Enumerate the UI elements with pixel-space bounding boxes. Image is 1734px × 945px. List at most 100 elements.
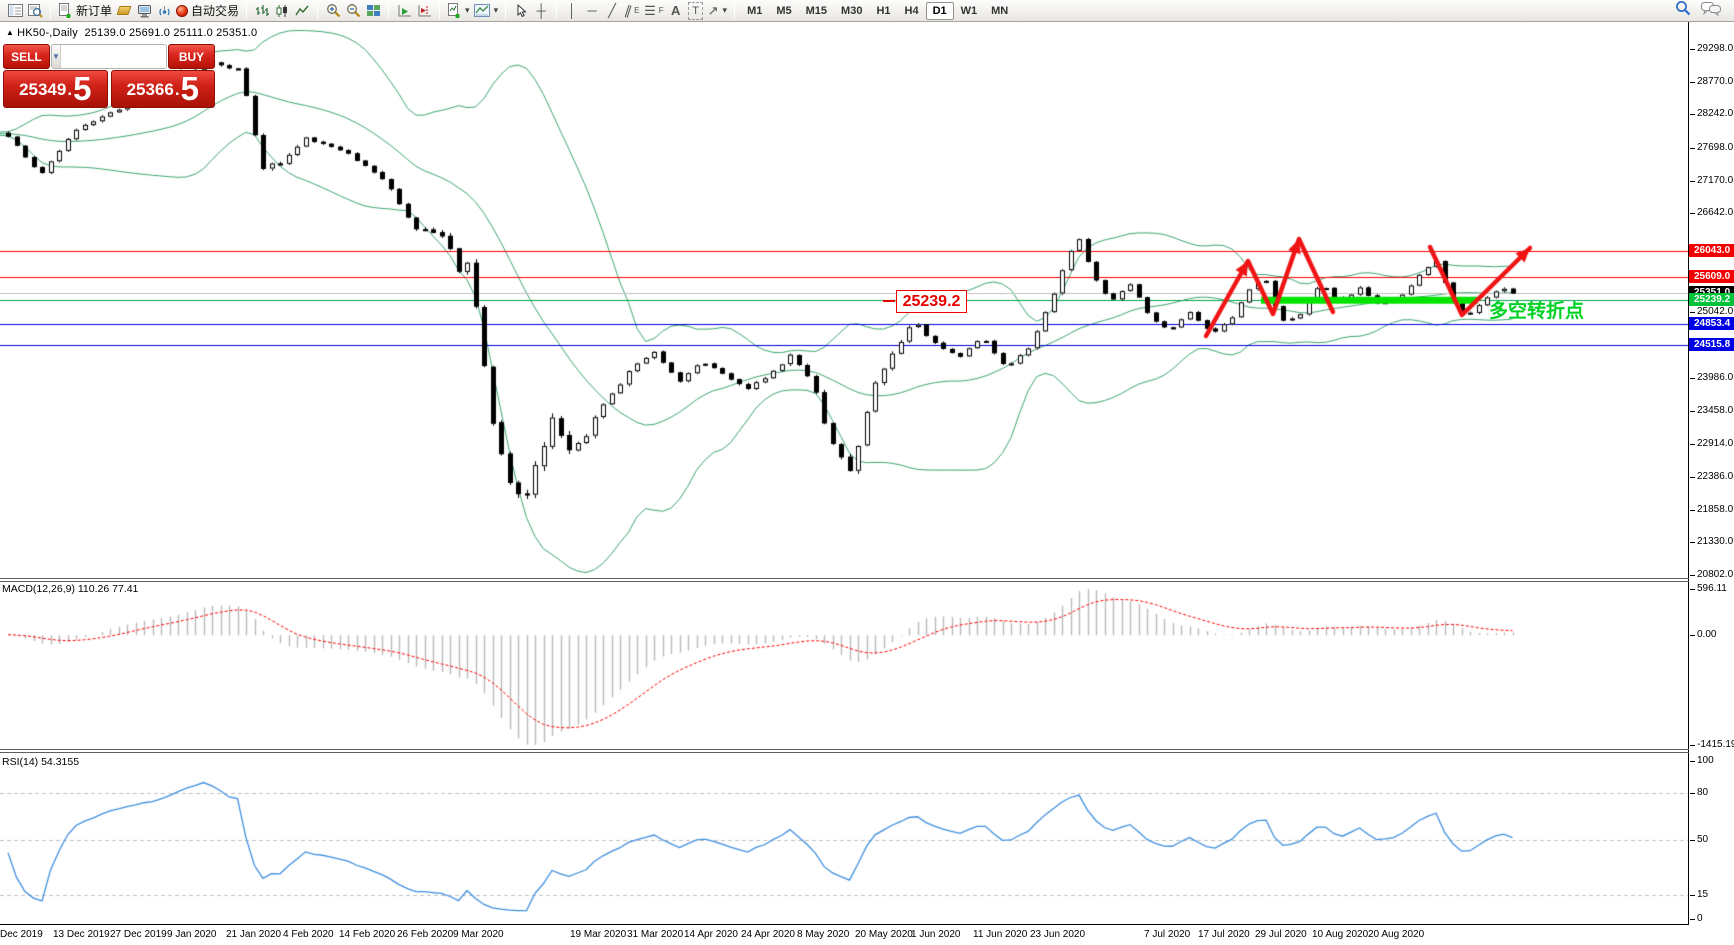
date-axis-label: 13 Dec 2019 xyxy=(53,929,110,940)
zoom-in-icon[interactable] xyxy=(323,1,343,21)
profiles-button[interactable]: ▾ xyxy=(472,1,501,21)
symbol-period: HK50-,Daily xyxy=(17,27,79,39)
rsi-axis-label: 80 xyxy=(1689,786,1709,798)
macd-indicator-label: MACD(12,26,9) 110.26 77.41 xyxy=(2,583,139,595)
tile-windows-icon[interactable] xyxy=(363,1,383,21)
timeframe-h4[interactable]: H4 xyxy=(898,2,926,20)
date-axis-label: Dec 2019 xyxy=(0,929,43,940)
autotrading-label: 自动交易 xyxy=(191,4,240,18)
date-axis-label: 27 Dec 2019 xyxy=(110,929,167,940)
equidistant-channel-tool[interactable]: ∥ E xyxy=(622,1,642,21)
price-axis-label: 28242.0 xyxy=(1689,108,1734,120)
timeframe-m30[interactable]: M30 xyxy=(834,2,869,20)
new-order-label: 新订单 xyxy=(76,4,113,18)
timeframe-m15[interactable]: M15 xyxy=(799,2,834,20)
timeframe-m1[interactable]: M1 xyxy=(740,2,769,20)
chart-title: ▲ HK50-,Daily 25139.0 25691.0 25111.0 253… xyxy=(6,27,257,39)
vertical-line-tool[interactable]: │ xyxy=(562,1,582,21)
price-axis-label: 20802.0 xyxy=(1689,568,1734,580)
buy-button[interactable]: BUY xyxy=(168,44,215,69)
price-axis[interactable]: 29298.0 28770.0 28242.0 27698.0 27170.0 26642… xyxy=(1689,22,1734,925)
price-marker-label: 25609.0 xyxy=(1689,270,1734,284)
timeframe-d1[interactable]: D1 xyxy=(925,1,954,20)
date-axis[interactable]: Dec 2019 13 Dec 2019 27 Dec 2019 9 Jan 2020… xyxy=(0,925,1688,945)
price-axis-label: 23986.0 xyxy=(1689,371,1734,383)
buy-price[interactable]: 25366. 5 xyxy=(110,70,215,108)
price-marker-label: 24515.8 xyxy=(1689,338,1734,352)
new-chart-icon xyxy=(448,3,460,18)
timeframe-group: M1 M5 M15 M30 H1 H4 D1 W1 MN xyxy=(740,1,1015,20)
auto-scroll-icon[interactable] xyxy=(394,1,414,21)
date-axis-label: 11 Jun 2020 xyxy=(973,929,1028,940)
line-chart-icon[interactable] xyxy=(292,1,312,21)
panel-separator[interactable] xyxy=(0,752,1734,753)
date-axis-label: 17 Jul 2020 xyxy=(1198,929,1250,940)
date-axis-label: 20 May 2020 xyxy=(855,929,913,940)
date-axis-label: 26 Feb 2020 xyxy=(397,929,454,940)
zoom-out-icon[interactable] xyxy=(343,1,363,21)
new-chart-button[interactable]: ▾ xyxy=(445,1,472,21)
crosshair-tool[interactable]: ┼ xyxy=(531,1,551,21)
date-axis-label: 14 Feb 2020 xyxy=(339,929,396,940)
date-axis-label: 19 Mar 2020 xyxy=(570,929,627,940)
sell-price[interactable]: 25349. 5 xyxy=(3,70,108,108)
search-icon[interactable] xyxy=(1675,0,1691,21)
timeframe-m5[interactable]: M5 xyxy=(769,2,798,20)
panel-separator[interactable] xyxy=(0,581,1734,582)
price-axis-label: 21330.0 xyxy=(1689,536,1734,548)
sell-button[interactable]: SELL xyxy=(3,44,50,69)
chat-icon[interactable] xyxy=(1701,1,1721,21)
price-axis-label: 26642.0 xyxy=(1689,207,1734,219)
arrows-tool[interactable]: ↗ ▾ xyxy=(706,1,729,21)
date-axis-label: 20 Aug 2020 xyxy=(1368,929,1425,940)
panel-separator[interactable] xyxy=(0,749,1734,750)
terminal-icon[interactable] xyxy=(134,1,154,21)
date-axis-label: 14 Apr 2020 xyxy=(684,929,738,940)
new-order-button[interactable]: 新订单 xyxy=(56,1,114,21)
bar-chart-icon[interactable] xyxy=(252,1,272,21)
price-marker-label: 26043.0 xyxy=(1689,243,1734,257)
date-axis-label: 24 Apr 2020 xyxy=(741,929,795,940)
candlestick-chart-icon[interactable] xyxy=(272,1,292,21)
market-watch-panel-icon[interactable] xyxy=(5,1,25,21)
autotrading-icon xyxy=(176,4,189,17)
macd-axis-label: 596.11 xyxy=(1690,583,1727,594)
data-window-icon[interactable] xyxy=(25,1,45,21)
volume-input[interactable] xyxy=(60,45,166,68)
horizontal-line-tool[interactable]: ─ xyxy=(582,1,602,21)
price-marker-label: 24853.4 xyxy=(1689,317,1734,331)
text-label-tool[interactable]: T xyxy=(686,1,706,21)
date-axis-label: 9 Jan 2020 xyxy=(167,929,217,940)
main-toolbar: 新订单 自动交易 ▾ ▾ ┼ │ ─ ╱ ∥ E ☰ F A T ↗ ▾ M1 M5 M1… xyxy=(0,0,1734,22)
macd-axis-label: 0.00 xyxy=(1689,629,1717,641)
dropdown-caret: ▾ xyxy=(493,5,499,15)
new-order-icon xyxy=(59,3,71,18)
price-axis-label: 27698.0 xyxy=(1689,142,1734,154)
macd-axis-label: -1415.19 xyxy=(1689,739,1734,750)
cursor-tool[interactable] xyxy=(511,1,531,21)
date-axis-label: 7 Jul 2020 xyxy=(1144,929,1191,940)
price-axis-label: 28770.0 xyxy=(1689,75,1734,87)
panel-separator[interactable] xyxy=(0,578,1734,579)
price-annotation-label: 25239.2 xyxy=(896,290,967,313)
price-axis-label: 23458.0 xyxy=(1689,404,1734,416)
text-tool[interactable]: A xyxy=(666,1,686,21)
one-click-trading-panel: SELL ▼ ▲ BUY 25349.5 25366.5 xyxy=(3,44,215,108)
date-axis-label: 21 Jan 2020 xyxy=(226,929,282,940)
trendline-tool[interactable]: ╱ xyxy=(602,1,622,21)
rsi-axis-label: 15 xyxy=(1689,889,1709,901)
timeframe-h1[interactable]: H1 xyxy=(869,2,897,20)
timeframe-w1[interactable]: W1 xyxy=(954,2,985,20)
volume-decrease-button[interactable]: ▼ xyxy=(52,45,61,68)
autotrading-button[interactable]: 自动交易 xyxy=(174,1,241,21)
fibonacci-tool[interactable]: ☰ F xyxy=(642,1,666,21)
date-axis-label: 9 Mar 2020 xyxy=(453,929,504,940)
date-axis-label: 23 Jun 2020 xyxy=(1030,929,1086,940)
price-chart-canvas[interactable] xyxy=(0,22,1688,925)
chart-shift-icon[interactable] xyxy=(414,1,434,21)
price-axis-label: 22914.0 xyxy=(1689,438,1734,450)
timeframe-mn[interactable]: MN xyxy=(984,2,1015,20)
rsi-axis-label: 0 xyxy=(1690,913,1703,924)
market-depth-icon[interactable] xyxy=(114,1,134,21)
signals-icon[interactable] xyxy=(154,1,174,21)
